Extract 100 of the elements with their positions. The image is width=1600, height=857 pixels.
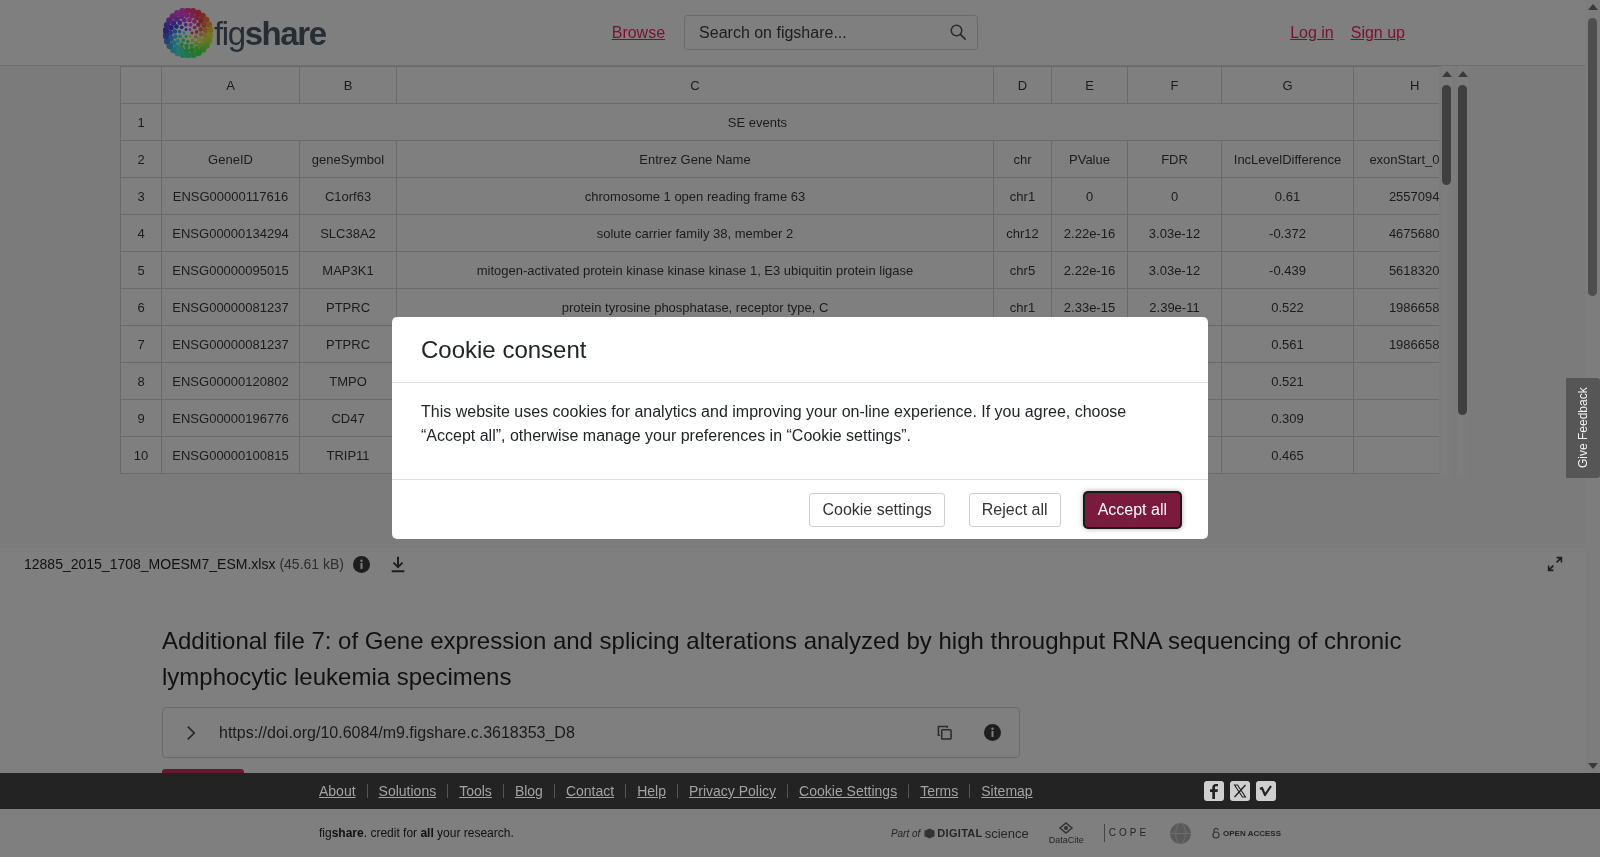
row-number: 5 bbox=[120, 251, 162, 289]
footer-link[interactable]: Tools bbox=[459, 782, 492, 800]
cookie-settings-button[interactable]: Cookie settings bbox=[809, 492, 945, 527]
table-cell: 0.61 bbox=[1221, 177, 1354, 215]
table-cell: -0.372 bbox=[1221, 214, 1354, 252]
article-title: Additional file 7: of Gene expression and splicing alterations analyzed by high throughput RNA sequencing of chronic lymphocytic leukemia specimens bbox=[162, 626, 1403, 692]
footer-link[interactable]: Terms bbox=[920, 782, 959, 800]
table-cell: 2557094 bbox=[1353, 177, 1439, 215]
copy-icon[interactable] bbox=[937, 725, 952, 740]
diamond-icon bbox=[1058, 821, 1075, 834]
row-number: 4 bbox=[120, 214, 162, 252]
globe-icon[interactable] bbox=[1169, 821, 1193, 845]
info-icon[interactable] bbox=[353, 555, 370, 573]
table-cell: ENSG00000117616 bbox=[161, 177, 300, 215]
table-cell: GeneID bbox=[161, 140, 300, 178]
table-cell: 5618320 bbox=[1353, 251, 1439, 289]
arrow-up-icon[interactable] bbox=[1441, 71, 1452, 77]
table-cell: 0.521 bbox=[1221, 362, 1354, 400]
table-cell: chr bbox=[993, 140, 1052, 178]
row-number: 7 bbox=[120, 325, 162, 363]
column-header: D bbox=[993, 66, 1052, 104]
datacite-logo[interactable]: DataCite bbox=[1048, 821, 1084, 845]
scrollbar-thumb[interactable] bbox=[1442, 85, 1451, 185]
open-access-logo[interactable]: OPEN ACCESS bbox=[1212, 827, 1281, 839]
table-cell: 1986658 bbox=[1353, 288, 1439, 326]
table-cell: chromosome 1 open reading frame 63 bbox=[396, 177, 994, 215]
footer-link[interactable]: Contact bbox=[565, 782, 615, 800]
row-number: 10 bbox=[120, 436, 162, 474]
table-cell: 3.03e-12 bbox=[1127, 214, 1222, 252]
file-size: (45.61 kB) bbox=[279, 556, 344, 572]
search-field[interactable]: Search on figshare... bbox=[684, 15, 979, 50]
logo-link[interactable]: figshare bbox=[163, 7, 328, 58]
row-number: 3 bbox=[120, 177, 162, 215]
table-cell: ENSG00000100815 bbox=[161, 436, 300, 474]
x-logo-icon[interactable] bbox=[1230, 781, 1250, 801]
table-cell: ENSG00000196776 bbox=[161, 399, 300, 437]
table-cell: SE events bbox=[161, 103, 1354, 141]
table-cell: PTPRC bbox=[299, 288, 397, 326]
dialog-message: This website uses cookies for analytics and improving your on-line experience. If you agree, choose “Accept all”, otherwise manage your preferences in “Cookie settings”. bbox=[421, 402, 1128, 446]
row-number: 2 bbox=[120, 140, 162, 178]
feedback-tab[interactable]: Give Feedback bbox=[1566, 378, 1600, 478]
footer-link[interactable]: Blog bbox=[514, 782, 543, 800]
vimeo-icon[interactable] bbox=[1256, 781, 1276, 801]
reject-all-button[interactable]: Reject all bbox=[968, 492, 1061, 527]
column-header: H bbox=[1353, 66, 1439, 104]
column-header: B bbox=[299, 66, 397, 104]
table-cell: 0.465 bbox=[1221, 436, 1354, 474]
cube-icon bbox=[924, 827, 936, 839]
column-header: E bbox=[1051, 66, 1128, 104]
column-header: A bbox=[161, 66, 300, 104]
open-lock-icon bbox=[1212, 827, 1221, 839]
chevron-right-icon[interactable] bbox=[186, 724, 196, 741]
table-cell: 2.22e-16 bbox=[1051, 251, 1128, 289]
arrow-up-icon[interactable] bbox=[1587, 4, 1598, 10]
download-icon[interactable] bbox=[389, 555, 407, 573]
footer-link[interactable]: About bbox=[319, 782, 356, 800]
table-cell: ENSG00000081237 bbox=[161, 325, 300, 363]
table-cell: ENSG00000134294 bbox=[161, 214, 300, 252]
arrow-up-icon[interactable] bbox=[1457, 71, 1468, 77]
table-cell: geneSymbol bbox=[299, 140, 397, 178]
table-cell: mitogen-activated protein kinase kinase kinase 1, E3 ubiquitin protein ligase bbox=[396, 251, 994, 289]
table-cell: 0.309 bbox=[1221, 399, 1354, 437]
column-header: F bbox=[1127, 66, 1222, 104]
table-cell: SLC38A2 bbox=[299, 214, 397, 252]
facebook-icon[interactable] bbox=[1204, 781, 1224, 801]
table-cell: chr5 bbox=[993, 251, 1052, 289]
table-cell: solute carrier family 38, member 2 bbox=[396, 214, 994, 252]
doi-link[interactable]: https://doi.org/10.6084/m9.figshare.c.3618353_D8 bbox=[219, 723, 575, 742]
arrow-down-icon[interactable] bbox=[1587, 763, 1598, 769]
tagline: figshare. credit for all your research. bbox=[319, 826, 514, 840]
digital-science-logo[interactable]: Part of DIGITAL science bbox=[890, 825, 1029, 841]
table-cell: FDR bbox=[1127, 140, 1222, 178]
row-number: 6 bbox=[120, 288, 162, 326]
accept-all-button[interactable]: Accept all bbox=[1084, 492, 1180, 527]
table-cell: PValue bbox=[1051, 140, 1128, 178]
table-cell: ENSG00000081237 bbox=[161, 288, 300, 326]
footer-link[interactable]: Privacy Policy bbox=[688, 782, 777, 800]
table-cell: 0 bbox=[1051, 177, 1128, 215]
table-cell: MAP3K1 bbox=[299, 251, 397, 289]
scrollbar-thumb[interactable] bbox=[1458, 85, 1467, 415]
table-cell: 3.03e-12 bbox=[1127, 251, 1222, 289]
expand-icon[interactable] bbox=[1547, 556, 1563, 572]
scrollbar-thumb[interactable] bbox=[1588, 18, 1597, 296]
table-cell: 0 bbox=[1127, 177, 1222, 215]
footer-link[interactable]: Help bbox=[637, 782, 666, 800]
row-number: 8 bbox=[120, 362, 162, 400]
table-cell: ENSG00000095015 bbox=[161, 251, 300, 289]
table-cell: 0.522 bbox=[1221, 288, 1354, 326]
table-cell: 4675680 bbox=[1353, 214, 1439, 252]
dialog-title: Cookie consent bbox=[421, 334, 587, 365]
dot-spiral-icon bbox=[163, 7, 213, 58]
footer-link[interactable]: Sitemap bbox=[981, 782, 1033, 800]
footer-link[interactable]: Cookie Settings bbox=[799, 782, 898, 800]
cope-logo[interactable]: COPE bbox=[1103, 824, 1150, 842]
table-cell: chr1 bbox=[993, 177, 1052, 215]
row-number: 1 bbox=[120, 103, 162, 141]
info-icon[interactable] bbox=[984, 724, 1001, 741]
file-name: 12885_2015_1708_MOESM7_ESM.xlsx bbox=[24, 556, 276, 572]
footer-link[interactable]: Solutions bbox=[378, 782, 437, 800]
search-icon[interactable] bbox=[949, 23, 968, 41]
